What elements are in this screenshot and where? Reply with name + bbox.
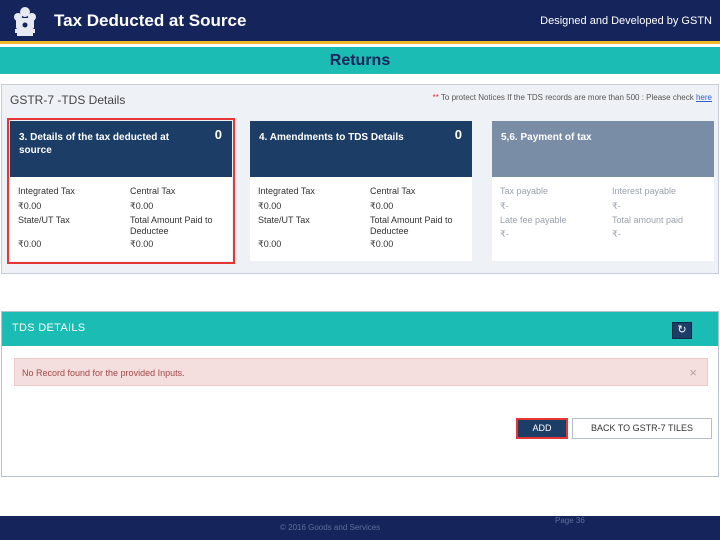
refresh-icon: ↻	[677, 324, 687, 336]
add-button[interactable]: ADD	[516, 418, 568, 439]
top-header: Tax Deducted at Source Designed and Deve…	[0, 0, 720, 44]
footer: © 2016 Goods and Services Page 36	[0, 516, 720, 540]
back-to-tiles-button[interactable]: BACK TO GSTR-7 TILES	[572, 418, 712, 439]
state-ut-tax-value: ₹0.00	[18, 239, 42, 249]
details-title: GSTR-7 -TDS Details	[10, 93, 126, 107]
national-emblem-icon	[14, 7, 36, 36]
interest-payable-label: Interest payable	[612, 186, 677, 196]
tds-details-panel: TDS DETAILS ↻ No Record found for the pr…	[1, 311, 719, 477]
late-fee-label: Late fee payable	[500, 215, 567, 225]
copyright-text: © 2016 Goods and Services	[280, 523, 381, 532]
central-tax-label: Central Tax	[370, 186, 416, 196]
total-paid-label: Total Amount Paid to Deductee	[370, 215, 453, 236]
total-paid-value: ₹0.00	[370, 239, 394, 249]
tile-tax-deducted-at-source[interactable]: 3. Details of the tax deducted at source…	[7, 118, 235, 264]
late-fee-value: ₹-	[500, 229, 509, 239]
total-paid-value: ₹0.00	[130, 239, 154, 249]
records-notice: ** To protect Notices If the TDS records…	[433, 93, 712, 102]
total-paid-label: Total Amount Paid to Deductee	[130, 215, 213, 236]
tile-body: Tax payable ₹- Interest payable ₹- Late …	[492, 177, 714, 261]
interest-payable-value: ₹-	[612, 201, 621, 211]
no-records-alert: No Record found for the provided Inputs.…	[14, 358, 708, 386]
tile-title: 3. Details of the tax deducted at source	[19, 132, 170, 156]
total-amount-paid-value: ₹-	[612, 229, 621, 239]
tile-payment-of-tax[interactable]: 5,6. Payment of tax Tax payable ₹- Inter…	[492, 121, 714, 261]
integrated-tax-label: Integrated Tax	[18, 186, 75, 196]
state-ut-tax-label: State/UT Tax	[18, 215, 70, 225]
tds-details-title: TDS DETAILS	[12, 322, 86, 334]
tile-count: 0	[454, 127, 462, 142]
app-title: Tax Deducted at Source	[54, 11, 247, 30]
developer-credit: Designed and Developed by GSTN	[540, 15, 712, 27]
central-tax-value: ₹0.00	[370, 201, 394, 211]
notice-here-link[interactable]: here	[696, 93, 712, 102]
tax-payable-label: Tax payable	[500, 186, 549, 196]
state-ut-tax-label: State/UT Tax	[258, 215, 310, 225]
tile-count: 0	[214, 127, 222, 142]
tile-header: 3. Details of the tax deducted at source…	[10, 121, 232, 177]
tile-title: 5,6. Payment of tax	[501, 132, 592, 143]
central-tax-label: Central Tax	[130, 186, 176, 196]
tile-header: 4. Amendments to TDS Details 0	[250, 121, 472, 177]
state-ut-tax-value: ₹0.00	[258, 239, 282, 249]
tile-title: 4. Amendments to TDS Details	[259, 132, 404, 143]
integrated-tax-value: ₹0.00	[18, 201, 42, 211]
central-tax-value: ₹0.00	[130, 201, 154, 211]
refresh-button[interactable]: ↻	[672, 322, 692, 339]
returns-title: Returns	[329, 52, 391, 69]
tile-header: 5,6. Payment of tax	[492, 121, 714, 177]
integrated-tax-label: Integrated Tax	[258, 186, 315, 196]
gstr7-details-panel: GSTR-7 -TDS Details ** To protect Notice…	[1, 84, 719, 274]
tile-amendments-tds[interactable]: 4. Amendments to TDS Details 0 Integrate…	[250, 121, 472, 261]
close-icon[interactable]: ×	[689, 365, 697, 380]
integrated-tax-value: ₹0.00	[258, 201, 282, 211]
page-number: Page 36	[555, 516, 585, 525]
tds-details-header: TDS DETAILS ↻	[2, 312, 718, 346]
tds-returns-page: Tax Deducted at Source Designed and Deve…	[0, 0, 720, 540]
tile-body: Integrated Tax ₹0.00 Central Tax ₹0.00 S…	[250, 177, 472, 261]
tile-body: Integrated Tax ₹0.00 Central Tax ₹0.00 S…	[10, 177, 232, 261]
tax-payable-value: ₹-	[500, 201, 509, 211]
alert-message: No Record found for the provided Inputs.	[22, 368, 185, 378]
returns-banner: Returns	[0, 47, 720, 74]
notice-text: To protect Notices If the TDS records ar…	[438, 93, 696, 102]
total-amount-paid-label: Total amount paid	[612, 215, 684, 225]
